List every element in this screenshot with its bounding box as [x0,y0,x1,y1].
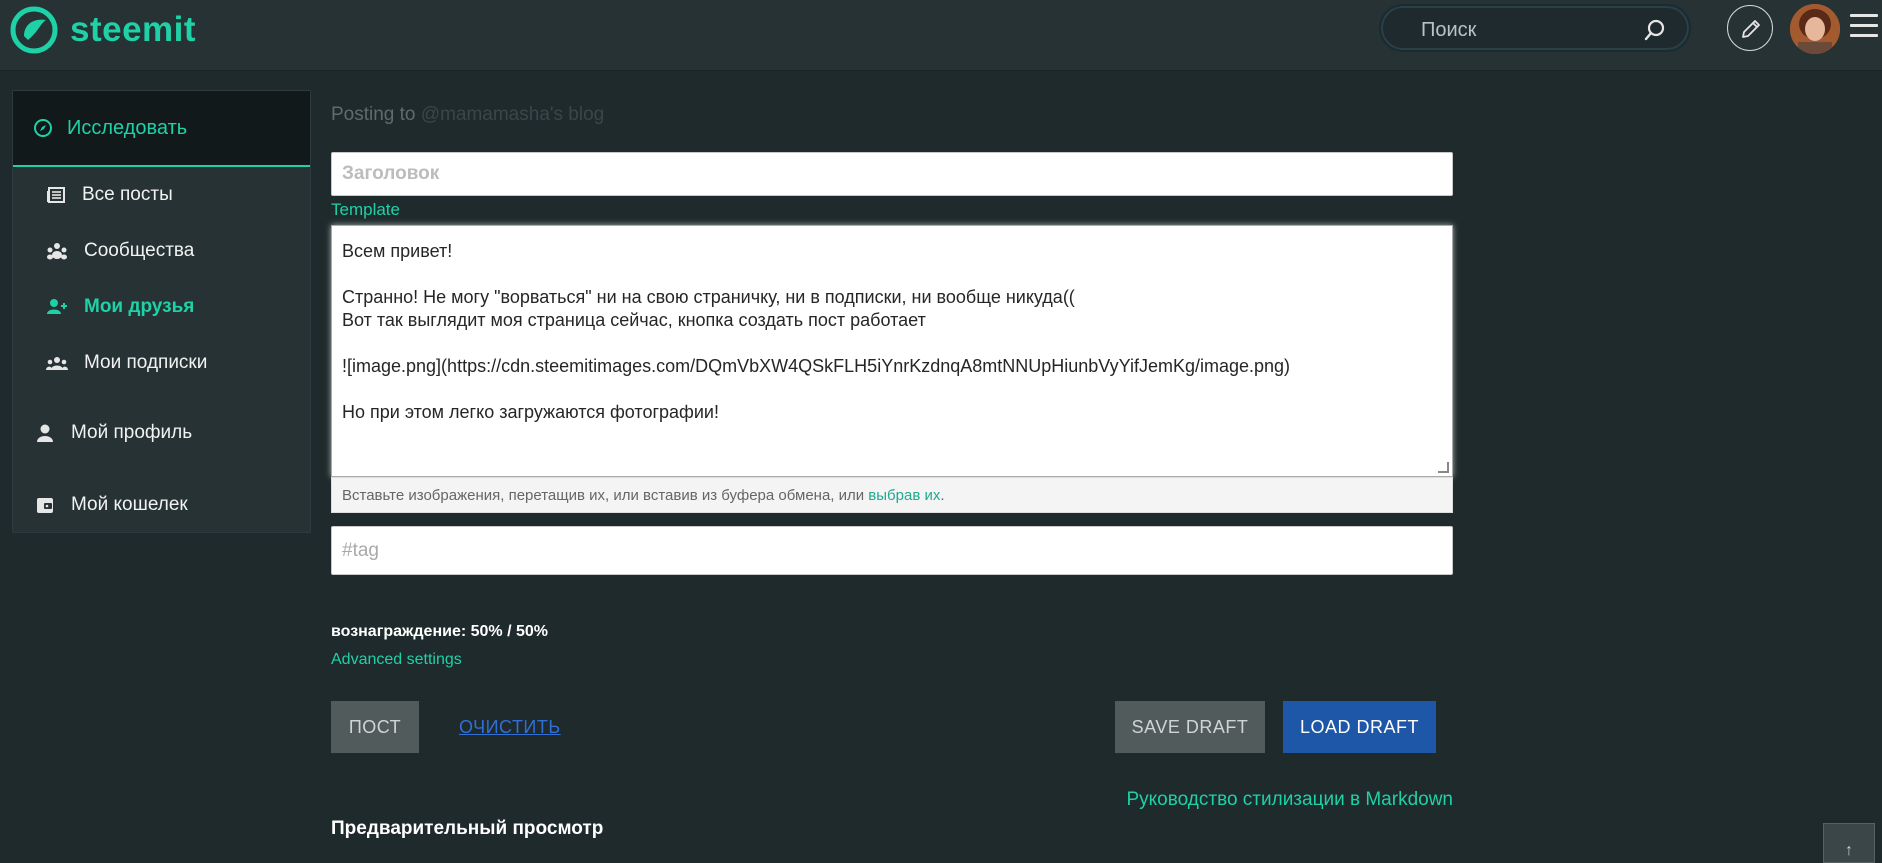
compass-icon [34,119,52,137]
body-line: Всем привет! [342,241,453,261]
body-line: Странно! Не могу "ворваться" ни на свою … [342,287,1075,307]
newspaper-icon [47,187,65,203]
sidebar-item-communities[interactable]: Сообщества [13,223,310,279]
sidebar-item-my-wallet[interactable]: Мой кошелек [13,469,310,541]
hamburger-icon [1850,14,1878,17]
menu-button[interactable] [1850,14,1878,42]
save-draft-button[interactable]: SAVE DRAFT [1115,701,1265,753]
choose-images-link[interactable]: выбрав их [868,487,940,504]
user-avatar[interactable] [1790,4,1840,54]
tag-input[interactable] [331,526,1453,575]
top-header: steemit [0,0,1882,71]
sidebar-item-all-posts[interactable]: Все посты [13,167,310,223]
sidebar-item-explore[interactable]: Исследовать [13,91,310,167]
clear-button[interactable]: ОЧИСТИТЬ [449,701,569,753]
sidebar-item-label: Мои друзья [84,296,195,317]
steemit-logo-icon [10,6,58,54]
sidebar-item-my-profile[interactable]: Мой профиль [13,397,310,469]
brand-name: steemit [70,10,197,49]
image-dropzone[interactable]: Вставьте изображения, перетащив их, или … [331,477,1453,513]
sidebar: Исследовать Все посты Сообщества Мои дру… [12,90,311,533]
search-input[interactable] [1419,16,1643,44]
blog-link[interactable]: @mamamasha's blog [421,104,604,125]
body-line: Но при этом легко загружаются фотографии… [342,402,719,422]
sidebar-item-label: Исследовать [67,116,188,139]
sidebar-item-my-friends[interactable]: Мои друзья [13,279,310,335]
sidebar-item-label: Мои подписки [84,352,208,373]
arrow-up-icon: ↑ [1845,842,1853,859]
sidebar-item-label: Мой профиль [71,422,193,443]
body-line: Вот так выглядит моя страница сейчас, кн… [342,310,926,330]
template-link[interactable]: Template [331,200,400,220]
preview-heading: Предварительный просмотр [331,818,604,839]
user-friends-icon [47,299,67,314]
reward-label: вознаграждение: 50% / 50% [331,623,548,640]
users-icon [46,357,68,370]
markdown-guide-link[interactable]: Руководство стилизации в Markdown [1126,789,1453,811]
avatar-image [1790,4,1840,54]
search-icon[interactable] [1643,18,1667,42]
pencil-icon [1742,20,1760,38]
wallet-icon [37,498,53,513]
resize-handle[interactable] [1438,462,1449,473]
user-icon [37,424,53,442]
post-button[interactable]: ПОСТ [331,701,419,753]
advanced-settings-link[interactable]: Advanced settings [331,651,462,669]
posting-to-label: Posting to @mamamasha's blog [331,104,605,125]
sidebar-item-label: Мой кошелек [71,494,188,515]
sidebar-item-label: Все посты [82,184,173,205]
scroll-to-top-button[interactable]: ↑ [1823,823,1875,863]
title-input[interactable] [331,152,1453,196]
load-draft-button[interactable]: LOAD DRAFT [1283,701,1436,753]
search-box[interactable] [1379,4,1691,52]
steemit-logo[interactable]: steemit [10,5,196,55]
community-icon [47,243,67,260]
sidebar-item-label: Сообщества [84,240,195,261]
body-line: ![image.png](https://cdn.steemitimages.c… [342,356,1291,376]
create-post-button[interactable] [1727,5,1773,51]
sidebar-item-my-subscriptions[interactable]: Мои подписки [13,335,310,391]
post-body-textarea[interactable]: Всем привет! Странно! Не могу "ворваться… [331,225,1453,477]
